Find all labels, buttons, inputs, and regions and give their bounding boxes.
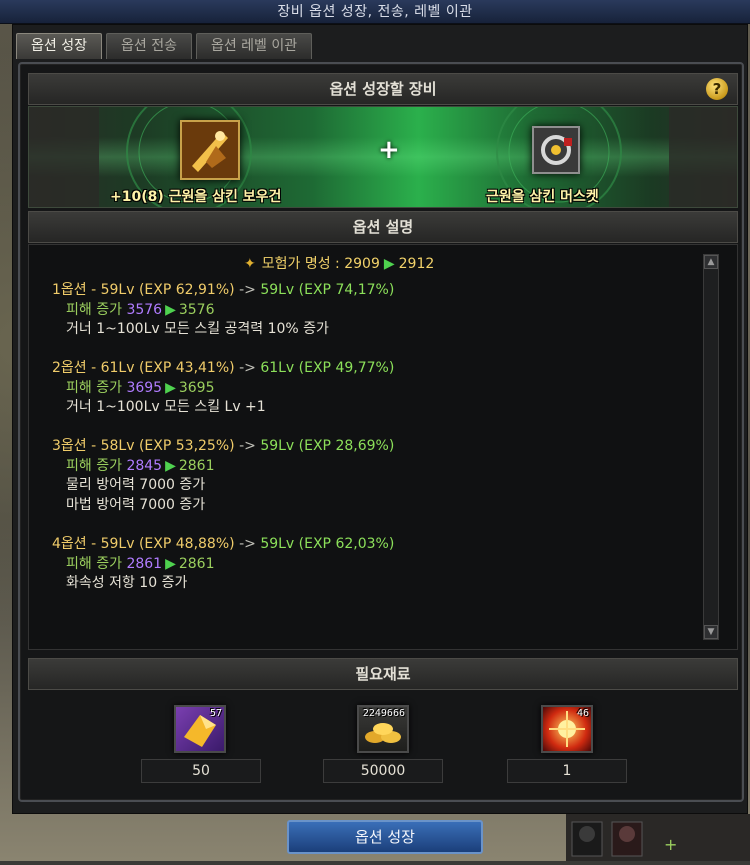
tab-option-growth[interactable]: 옵션 성장	[16, 33, 102, 59]
fame-label: 모험가 명성 :	[261, 256, 340, 272]
material-count-3: 1	[507, 759, 627, 783]
option-growth-button[interactable]: 옵션 성장	[287, 820, 483, 854]
materials-section-header: 필요재료	[28, 658, 738, 690]
svg-text:+: +	[664, 835, 677, 854]
right-item-name: 근원을 삼킨 머스켓	[486, 189, 599, 205]
left-item-name: +10(8) 근원을 삼킨 보우건	[110, 189, 282, 205]
option-title-from: 1옵션 - 59Lv (EXP 62,91%)	[52, 282, 235, 298]
desc-section-header: 옵션 설명	[28, 211, 738, 243]
arrow-icon: ▶	[165, 555, 176, 572]
fame-to: 2912	[398, 256, 435, 272]
character-portraits: +	[571, 821, 677, 857]
option-title-to: 61Lv (EXP 49,77%)	[260, 360, 395, 376]
option-4: 4옵션 - 59Lv (EXP 48,88%) -> 59Lv (EXP 62,…	[52, 535, 394, 594]
equip-section-header: 옵션 성장할 장비 ?	[28, 73, 738, 105]
help-icon[interactable]: ?	[706, 78, 728, 100]
materials-section-title: 필요재료	[355, 665, 411, 683]
option-2: 2옵션 - 61Lv (EXP 43,41%) -> 61Lv (EXP 49,…	[52, 359, 394, 418]
arrow-icon: ▶	[165, 379, 176, 396]
corner-portraits: +	[566, 814, 750, 861]
option-3: 3옵션 - 58Lv (EXP 53,25%) -> 59Lv (EXP 28,…	[52, 437, 394, 515]
adventurer-fame: ✦ 모험가 명성 : 2909 ▶ 2912	[244, 253, 434, 273]
material-slot-1[interactable]: 57	[174, 705, 226, 753]
option-title-to: 59Lv (EXP 74,17%)	[260, 282, 395, 298]
tab-option-transfer[interactable]: 옵션 전송	[105, 33, 192, 59]
desc-section-title: 옵션 설명	[352, 218, 414, 236]
window-title: 장비 옵션 성장, 전송, 레벨 이관	[0, 0, 750, 24]
option-title-from: 3옵션 - 58Lv (EXP 53,25%)	[52, 438, 235, 454]
arrow-icon: ▶	[165, 301, 176, 318]
material-count-1: 50	[141, 759, 261, 783]
arrow-icon: ▶	[165, 457, 176, 474]
bowgun-icon	[182, 122, 238, 178]
material-slot-3[interactable]: 46	[541, 705, 593, 753]
option-effect: 거너 1~100Lv 모든 스킬 공격력 10% 증가	[66, 321, 329, 337]
option-1: 1옵션 - 59Lv (EXP 62,91%) -> 59Lv (EXP 74,…	[52, 281, 394, 340]
scroll-down-icon[interactable]: ▼	[704, 625, 718, 639]
description-scrollbar[interactable]: ▲ ▼	[703, 254, 719, 640]
equip-section-title: 옵션 성장할 장비	[329, 80, 437, 98]
fame-from: 2909	[344, 256, 380, 272]
option-title-from: 2옵션 - 61Lv (EXP 43,41%)	[52, 360, 235, 376]
material-count-2: 50000	[323, 759, 443, 783]
material-slot-2[interactable]: 2249666	[357, 705, 409, 753]
musket-icon	[534, 128, 578, 172]
weapon-slot-right[interactable]	[532, 126, 580, 174]
option-effect: 화속성 저항 10 증가	[66, 575, 188, 591]
plus-icon: +	[378, 135, 400, 165]
option-effect: 거너 1~100Lv 모든 스킬 Lv +1	[66, 399, 266, 415]
option-title-from: 4옵션 - 59Lv (EXP 48,88%)	[52, 536, 235, 552]
option-title-to: 59Lv (EXP 28,69%)	[260, 438, 395, 454]
scroll-up-icon[interactable]: ▲	[704, 255, 718, 269]
fame-icon: ✦	[244, 256, 256, 272]
weapon-slot-left[interactable]	[180, 120, 240, 180]
tab-option-level-transfer[interactable]: 옵션 레벨 이관	[195, 33, 313, 59]
option-title-to: 59Lv (EXP 62,03%)	[260, 536, 395, 552]
tab-bar: 옵션 성장 옵션 전송 옵션 레벨 이관	[16, 33, 313, 59]
arrow-icon: ▶	[383, 256, 395, 272]
option-effect: 마법 방어력 7000 증가	[66, 496, 206, 513]
option-effect: 물리 방어력 7000 증가	[66, 477, 206, 493]
